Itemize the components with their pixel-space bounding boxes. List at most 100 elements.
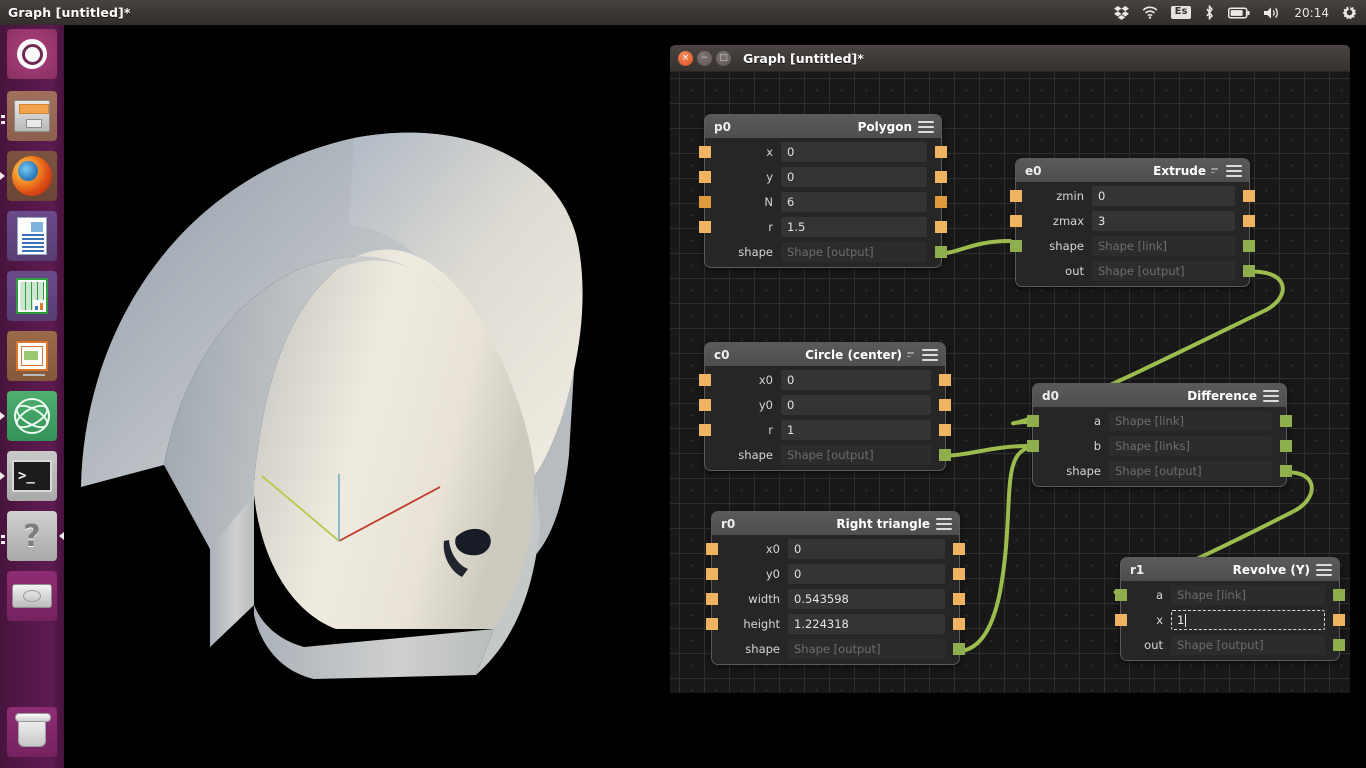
minimize-button[interactable]: − <box>697 50 712 66</box>
input-port[interactable] <box>1010 240 1022 252</box>
menu-icon[interactable] <box>1226 164 1242 177</box>
output-port[interactable] <box>935 246 947 258</box>
menu-icon[interactable] <box>936 517 952 530</box>
keyboard-layout-indicator[interactable]: Es <box>1170 5 1192 20</box>
output-port[interactable] <box>1280 415 1292 427</box>
input-port[interactable] <box>699 196 711 208</box>
input-port[interactable] <box>1115 614 1127 626</box>
output-port[interactable] <box>939 374 951 386</box>
output-port[interactable] <box>953 643 965 655</box>
input-port[interactable] <box>1115 589 1127 601</box>
graph-window[interactable]: × − □ Graph [untitled]* p0 Polygon x 0 y… <box>670 45 1350 693</box>
output-port[interactable] <box>935 146 947 158</box>
input-port[interactable] <box>699 424 711 436</box>
value-field[interactable]: 0 <box>781 167 927 187</box>
output-port[interactable] <box>935 196 947 208</box>
active-value-input[interactable]: 1 <box>1171 610 1325 630</box>
input-port[interactable] <box>699 374 711 386</box>
output-port[interactable] <box>1243 265 1255 277</box>
script-icon[interactable] <box>1211 166 1220 176</box>
node-e0[interactable]: e0 Extrude zmin 0 zmax 3 shape Shape [li… <box>1010 158 1255 287</box>
input-port[interactable] <box>706 543 718 555</box>
output-port[interactable] <box>939 449 951 461</box>
value-field[interactable]: 0 <box>1092 186 1235 206</box>
output-port[interactable] <box>939 399 951 411</box>
node-r0-header[interactable]: r0 Right triangle <box>712 512 959 535</box>
battery-icon[interactable] <box>1228 6 1251 19</box>
input-port[interactable] <box>1010 190 1022 202</box>
value-field[interactable]: 0 <box>781 370 931 390</box>
value-field[interactable]: 0 <box>781 142 927 162</box>
node-r1[interactable]: r1 Revolve (Y) a Shape [link] x 1 out Sh… <box>1115 557 1345 661</box>
node-c0-header[interactable]: c0 Circle (center) <box>705 343 945 366</box>
node-c0[interactable]: c0 Circle (center) x0 0 y0 0 r 1 shape S… <box>699 342 951 471</box>
wifi-icon[interactable] <box>1142 6 1158 19</box>
3d-render-viewport[interactable] <box>64 25 670 768</box>
output-port[interactable] <box>953 593 965 605</box>
input-port[interactable] <box>699 399 711 411</box>
launcher-item-files[interactable] <box>0 87 64 147</box>
session-menu-icon[interactable] <box>1342 5 1357 20</box>
output-port[interactable] <box>1243 215 1255 227</box>
output-port[interactable] <box>1280 440 1292 452</box>
launcher-item-firefox[interactable] <box>0 147 64 207</box>
value-field[interactable]: 0.543598 <box>788 589 945 609</box>
output-port[interactable] <box>1280 465 1292 477</box>
node-p0[interactable]: p0 Polygon x 0 y 0 N 6 r 1.5 shape Shape… <box>699 114 947 268</box>
launcher-item-disk[interactable] <box>0 567 64 627</box>
graph-window-titlebar[interactable]: × − □ Graph [untitled]* <box>670 45 1350 72</box>
launcher-item-atom[interactable] <box>0 387 64 447</box>
launcher-item-ubuntu-dash[interactable] <box>0 25 64 87</box>
output-port[interactable] <box>953 618 965 630</box>
launcher-item-libreoffice-impress[interactable] <box>0 327 64 387</box>
clock[interactable]: 20:14 <box>1294 7 1329 19</box>
node-r0[interactable]: r0 Right triangle x0 0 y0 0 width 0.5435… <box>706 511 965 665</box>
output-port[interactable] <box>1333 589 1345 601</box>
launcher-item-libreoffice-calc[interactable] <box>0 267 64 327</box>
input-port[interactable] <box>699 171 711 183</box>
menu-icon[interactable] <box>918 120 934 133</box>
output-port[interactable] <box>935 171 947 183</box>
output-port[interactable] <box>1333 614 1345 626</box>
node-d0[interactable]: d0 Difference a Shape [link] b Shape [li… <box>1027 383 1292 487</box>
script-icon[interactable] <box>907 350 916 360</box>
menu-icon[interactable] <box>1263 389 1279 402</box>
input-port[interactable] <box>699 146 711 158</box>
input-port[interactable] <box>1027 440 1039 452</box>
value-field[interactable]: 1 <box>781 420 931 440</box>
launcher-item-help[interactable]: ? <box>0 507 64 567</box>
link-field[interactable]: Shape [link] <box>1171 585 1325 605</box>
input-port[interactable] <box>1027 415 1039 427</box>
launcher-item-terminal[interactable]: >_ <box>0 447 64 507</box>
value-field[interactable]: 6 <box>781 192 927 212</box>
value-field[interactable]: 0 <box>788 539 945 559</box>
output-port[interactable] <box>1243 240 1255 252</box>
graph-canvas[interactable]: p0 Polygon x 0 y 0 N 6 r 1.5 shape Shape… <box>670 72 1350 693</box>
maximize-button[interactable]: □ <box>716 50 731 66</box>
output-port[interactable] <box>1333 639 1345 651</box>
input-port[interactable] <box>706 618 718 630</box>
menu-icon[interactable] <box>1316 563 1332 576</box>
value-field[interactable]: 0 <box>781 395 931 415</box>
volume-icon[interactable] <box>1263 6 1281 20</box>
launcher-item-libreoffice-writer[interactable] <box>0 207 64 267</box>
input-port[interactable] <box>706 568 718 580</box>
value-field[interactable]: 1.5 <box>781 217 927 237</box>
input-port[interactable] <box>1010 215 1022 227</box>
link-field[interactable]: Shape [link] <box>1109 411 1272 431</box>
input-port[interactable] <box>706 593 718 605</box>
value-field[interactable]: 3 <box>1092 211 1235 231</box>
node-e0-header[interactable]: e0 Extrude <box>1016 159 1249 182</box>
value-field[interactable]: 0 <box>788 564 945 584</box>
link-field[interactable]: Shape [links] <box>1109 436 1272 456</box>
menu-icon[interactable] <box>922 348 938 361</box>
output-port[interactable] <box>935 221 947 233</box>
close-button[interactable]: × <box>678 50 693 66</box>
bluetooth-icon[interactable] <box>1204 5 1215 20</box>
output-port[interactable] <box>953 543 965 555</box>
link-field[interactable]: Shape [link] <box>1092 236 1235 256</box>
dropbox-icon[interactable] <box>1113 5 1129 20</box>
node-p0-header[interactable]: p0 Polygon <box>705 115 941 138</box>
input-port[interactable] <box>699 221 711 233</box>
node-d0-header[interactable]: d0 Difference <box>1033 384 1286 407</box>
